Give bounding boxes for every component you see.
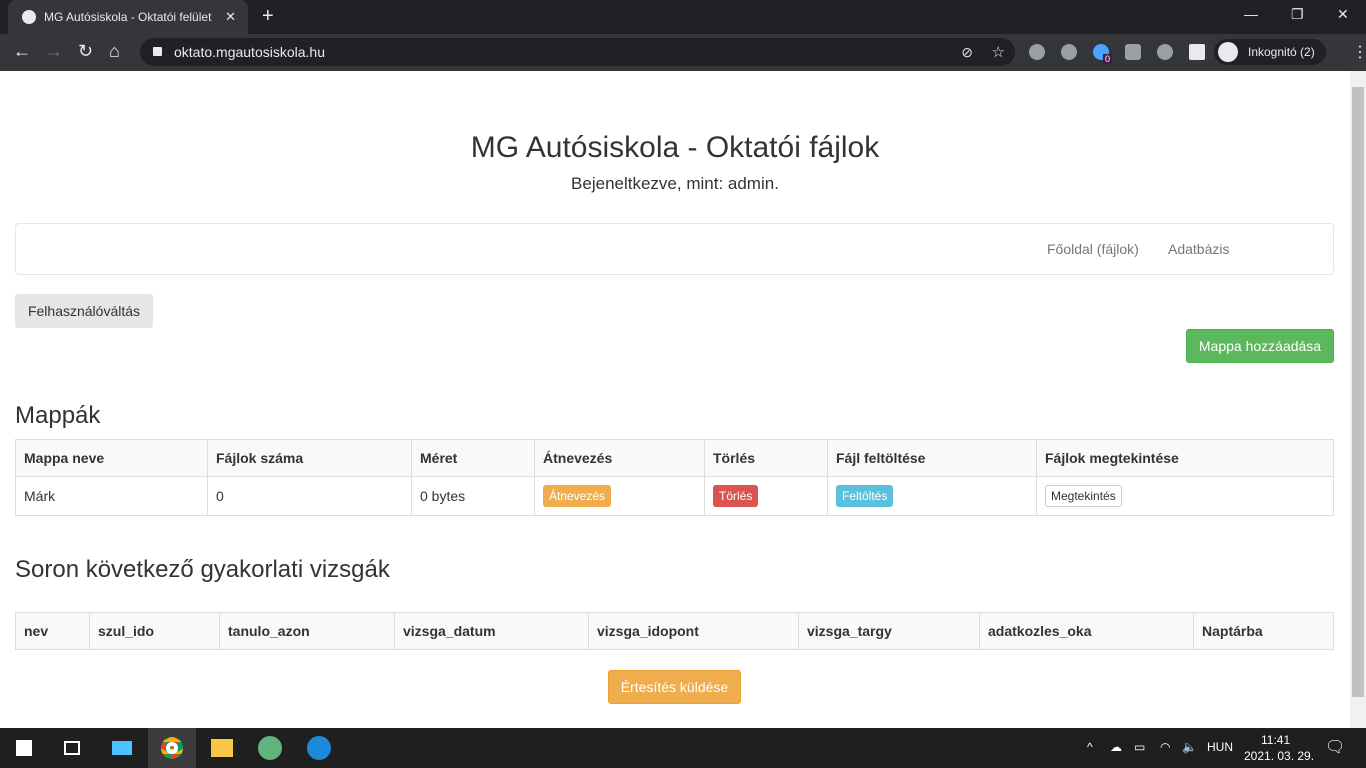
reload-icon[interactable]: ↻: [78, 41, 93, 62]
column-header: Mappa neve: [15, 439, 208, 477]
extension-block-icon[interactable]: [1029, 44, 1045, 60]
table-row: Márk 0 0 bytes Átnevezés Törlés Feltölté…: [15, 476, 1334, 516]
nav-home-files[interactable]: Főoldal (fájlok): [1047, 241, 1139, 257]
folders-table: Mappa neve Fájlok száma Méret Átnevezés …: [15, 439, 1334, 516]
column-header: tanulo_azon: [219, 612, 395, 650]
chrome-taskbar-icon[interactable]: [148, 728, 196, 768]
browser-tab[interactable]: MG Autósiskola - Oktatói felület ✕: [8, 0, 248, 34]
minimize-button[interactable]: —: [1244, 6, 1258, 22]
file-count: 0: [207, 476, 412, 516]
volume-icon[interactable]: 🔈: [1182, 740, 1197, 754]
folders-heading: Mappák: [15, 402, 101, 429]
folder-size: 0 bytes: [411, 476, 535, 516]
task-view-icon[interactable]: [48, 728, 96, 768]
extension-badge: 0: [1103, 54, 1113, 64]
column-header: vizsga_targy: [798, 612, 980, 650]
show-hidden-icons[interactable]: ^: [1087, 740, 1093, 754]
column-header: szul_ido: [89, 612, 220, 650]
globe-icon: [22, 10, 36, 24]
star-icon[interactable]: ☆: [992, 43, 1005, 61]
rename-button[interactable]: Átnevezés: [543, 485, 612, 507]
notifications-icon[interactable]: 🗨: [1325, 737, 1345, 757]
upload-button[interactable]: Feltöltés: [836, 485, 894, 507]
exams-table: nev szul_ido tanulo_azon vizsga_datum vi…: [15, 612, 1334, 650]
nav-database[interactable]: Adatbázis: [1168, 241, 1229, 257]
extensions-puzzle-icon[interactable]: [1189, 44, 1205, 60]
extension-gears-icon[interactable]: [1061, 44, 1077, 60]
page-title: MG Autósiskola - Oktatói fájlok: [470, 131, 880, 164]
scrollbar[interactable]: [1350, 71, 1366, 728]
pgadmin-elephant-icon[interactable]: [295, 728, 343, 768]
column-header: vizsga_datum: [394, 612, 589, 650]
delete-button[interactable]: Törlés: [713, 485, 759, 507]
close-tab-icon[interactable]: ✕: [225, 9, 236, 25]
wifi-icon[interactable]: ◠: [1160, 740, 1170, 754]
clock-time[interactable]: 11:41: [1261, 733, 1290, 747]
view-files-button[interactable]: Megtekintés: [1045, 485, 1122, 507]
language-indicator[interactable]: HUN: [1207, 740, 1233, 754]
profile-label: Inkognitó (2): [1248, 45, 1315, 59]
atom-icon[interactable]: [246, 728, 294, 768]
column-header: adatkozles_oka: [979, 612, 1194, 650]
browser-toolbar: ← → ↻ ⌂ oktato.mgautosiskola.hu ⊘ ☆ 0 In…: [0, 34, 1366, 71]
column-header: Méret: [411, 439, 535, 477]
column-header: nev: [15, 612, 90, 650]
navbar: Főoldal (fájlok) Adatbázis: [15, 223, 1334, 275]
battery-icon[interactable]: ▭: [1134, 740, 1145, 754]
column-header: Naptárba: [1193, 612, 1334, 650]
incognito-icon: [1218, 42, 1238, 62]
taskbar: ^ ☁ ▭ ◠ 🔈 HUN 11:41 2021. 03. 29. 🗨: [0, 728, 1366, 768]
incognito-profile-button[interactable]: Inkognitó (2): [1214, 39, 1326, 65]
menu-dots-icon[interactable]: ⋮: [1352, 42, 1366, 62]
column-header: Fájl feltöltése: [827, 439, 1037, 477]
maximize-button[interactable]: ❐: [1291, 6, 1304, 23]
folder-name: Márk: [15, 476, 208, 516]
column-header: Fájlok megtekintése: [1036, 439, 1334, 477]
ublock-icon[interactable]: [1125, 44, 1141, 60]
this-pc-icon[interactable]: [98, 728, 146, 768]
column-header: Átnevezés: [534, 439, 705, 477]
back-icon[interactable]: ←: [13, 41, 31, 62]
onedrive-icon[interactable]: ☁: [1110, 740, 1122, 754]
exams-heading: Soron következő gyakorlati vizsgák: [15, 556, 390, 583]
column-header: Fájlok száma: [207, 439, 412, 477]
column-header: vizsga_idopont: [588, 612, 799, 650]
address-bar[interactable]: oktato.mgautosiskola.hu ⊘ ☆: [140, 38, 1015, 66]
windows-start-icon[interactable]: [0, 728, 48, 768]
switch-user-button[interactable]: Felhasználóváltás: [15, 294, 153, 328]
url-text: oktato.mgautosiskola.hu: [174, 44, 325, 60]
home-icon[interactable]: ⌂: [109, 41, 120, 62]
clock-date[interactable]: 2021. 03. 29.: [1244, 749, 1314, 763]
new-tab-button[interactable]: +: [262, 5, 274, 28]
eye-off-icon[interactable]: ⊘: [961, 44, 973, 61]
tab-title: MG Autósiskola - Oktatói felület: [44, 10, 212, 24]
file-explorer-icon[interactable]: [198, 728, 246, 768]
scrollbar-thumb[interactable]: [1352, 87, 1364, 697]
page-content: MG Autósiskola - Oktatói fájlok Bejenelt…: [0, 71, 1350, 728]
send-notification-button[interactable]: Értesítés küldése: [608, 670, 741, 704]
browser-tab-bar: MG Autósiskola - Oktatói felület ✕ + — ❐…: [0, 0, 1366, 34]
adblock-plus-icon[interactable]: [1157, 44, 1173, 60]
lock-icon: [153, 47, 162, 56]
column-header: Törlés: [704, 439, 828, 477]
close-window-button[interactable]: ✕: [1337, 6, 1349, 23]
add-folder-button[interactable]: Mappa hozzáadása: [1186, 329, 1334, 363]
forward-icon[interactable]: →: [45, 41, 63, 62]
logged-in-status: Bejeneltkezve, mint: admin.: [571, 174, 779, 193]
